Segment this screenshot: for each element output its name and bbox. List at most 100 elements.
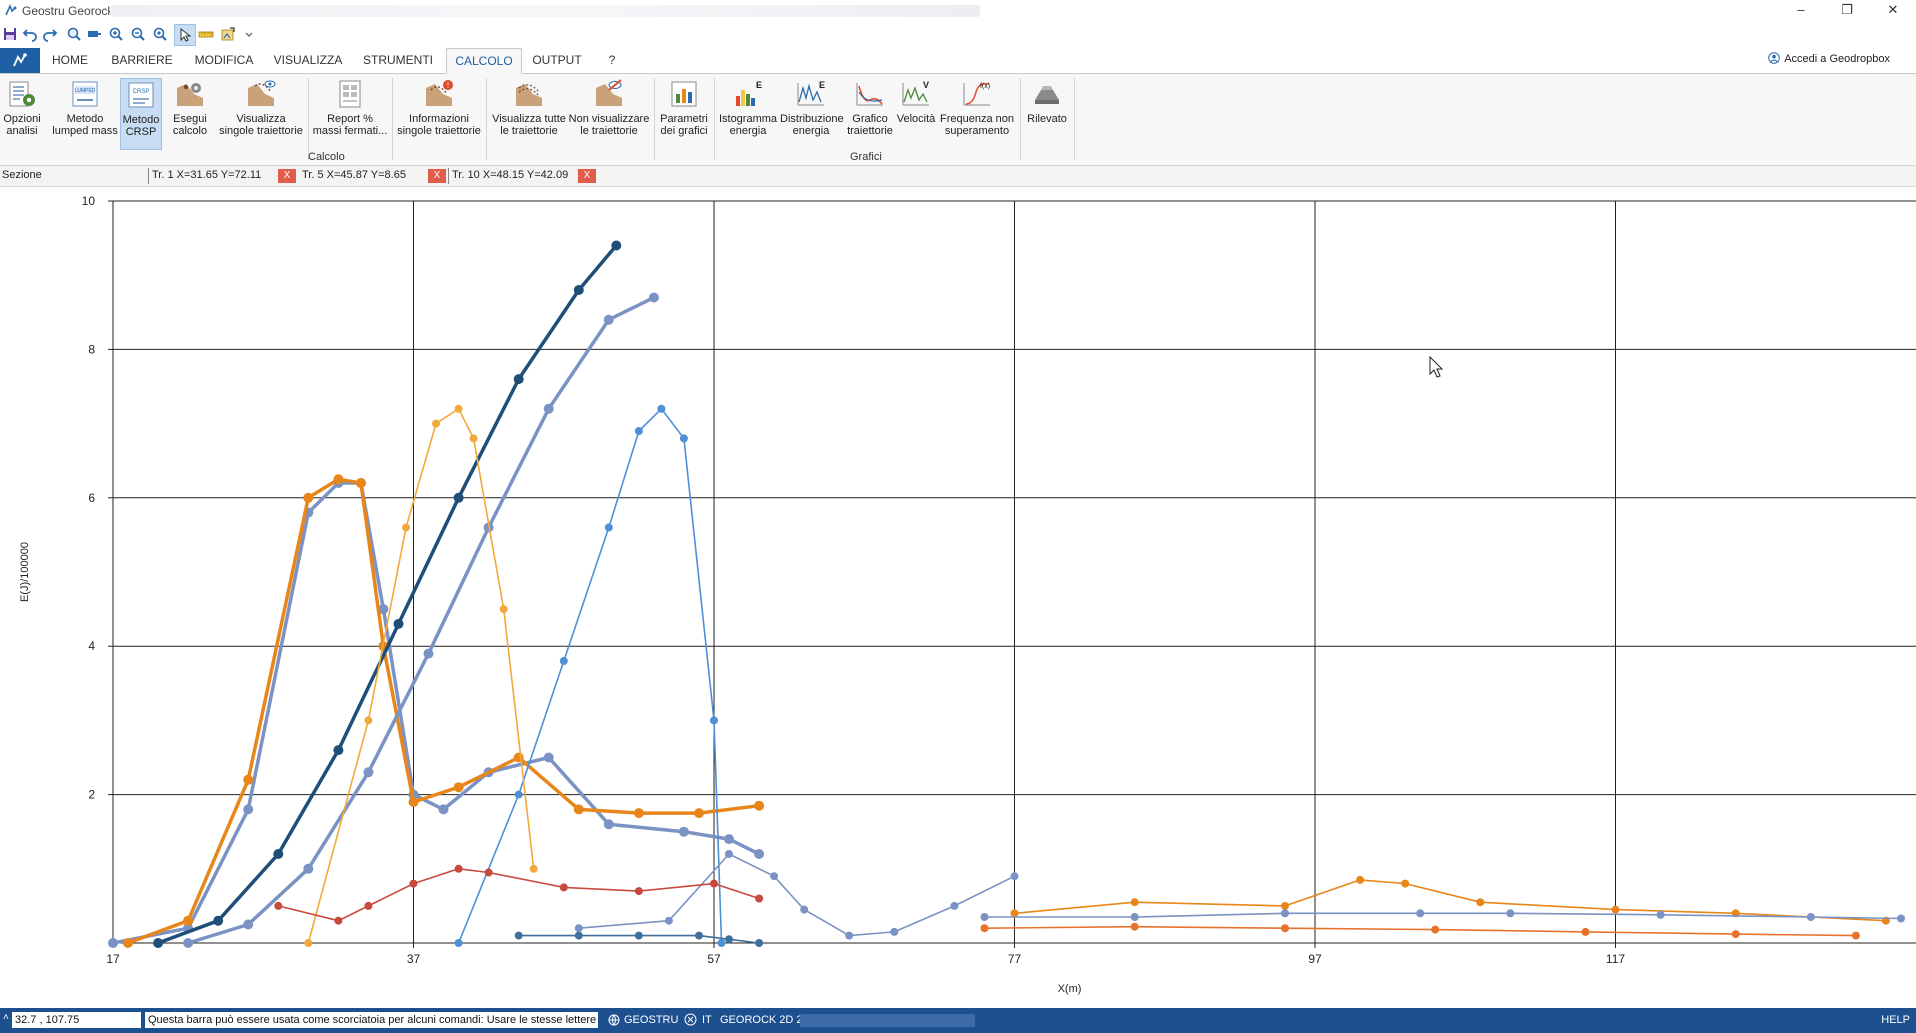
energy-chart[interactable]: 17 37 57 77 97 117 2 4 6 8 10 E(J)/100000 X(m) xyxy=(0,187,1916,1007)
tab-modifica[interactable]: MODIFICA xyxy=(190,48,258,72)
status-expand-icon[interactable]: ˄ xyxy=(3,1012,9,1023)
series-point-1 xyxy=(453,782,464,793)
ribbon-separator xyxy=(1020,78,1021,160)
series-point-2 xyxy=(513,374,524,385)
trajectory-chart-icon xyxy=(856,83,883,106)
tab-calcolo[interactable]: CALCOLO xyxy=(446,48,522,74)
series-point-3 xyxy=(303,863,314,874)
embankment-button[interactable]: Rilevato xyxy=(1024,78,1070,148)
hide-trajectories-label-1: Non visualizzare xyxy=(568,113,650,125)
crsp-method-button[interactable]: CRSP Metodo CRSP xyxy=(120,78,162,150)
single-trajectory-info-button[interactable]: ! Informazioni singole traiettorie xyxy=(396,78,482,148)
trajectory-chart-button[interactable]: Grafico traiettorie xyxy=(844,78,896,148)
distribution-icon: E xyxy=(797,80,825,106)
signin-link[interactable]: Accedi a Geodropbox xyxy=(1768,52,1890,65)
zoom-window-icon[interactable] xyxy=(66,26,82,42)
non-exceedance-frequency-button[interactable]: f(x) Frequenza non superamento xyxy=(938,78,1016,148)
trajectory-tag-1[interactable]: Tr. 1 X=31.65 Y=72.11 xyxy=(152,169,261,181)
zoom-in-icon[interactable] xyxy=(108,26,124,42)
series-point-1 xyxy=(513,752,524,763)
tab-barriere[interactable]: BARRIERE xyxy=(108,48,176,72)
series-point-6 xyxy=(725,850,733,858)
report-stopped-masses-button[interactable]: Report % massi fermati... xyxy=(312,78,388,148)
series-point-9 xyxy=(1431,925,1440,934)
run-calculation-button[interactable]: Esegui calcolo xyxy=(168,78,212,148)
distribution-label-2: energia xyxy=(792,125,830,137)
series-point-8 xyxy=(1281,909,1289,918)
series-point-2 xyxy=(453,492,464,503)
velocity-chart-button[interactable]: V Velocità xyxy=(894,78,938,148)
save-icon[interactable] xyxy=(2,26,18,42)
series-point-6 xyxy=(1010,872,1019,881)
x-tick-label: 17 xyxy=(106,952,120,966)
zoom-out-icon[interactable] xyxy=(130,26,146,42)
tab-strumenti[interactable]: STRUMENTI xyxy=(358,48,438,72)
y-tick-label: 4 xyxy=(88,639,95,653)
zoom-extents-icon[interactable] xyxy=(152,26,168,42)
application-menu-button[interactable] xyxy=(0,48,40,73)
select-tool-button[interactable] xyxy=(174,24,196,46)
tab-help[interactable]: ? xyxy=(600,48,624,72)
series-line-3 xyxy=(187,295,655,945)
export-image-icon[interactable] xyxy=(220,26,236,42)
remove-trajectory-5-button[interactable]: X xyxy=(428,169,446,183)
view-single-trajectories-button[interactable]: Visualizza singole traiettorie xyxy=(218,78,304,148)
series-point-4 xyxy=(454,939,463,947)
ribbon-separator xyxy=(1074,78,1075,160)
series-line-2 xyxy=(157,244,618,945)
series-point-4 xyxy=(514,790,523,799)
help-link[interactable]: HELP xyxy=(1881,1014,1910,1026)
tab-visualizza[interactable]: VISUALIZZA xyxy=(272,48,344,72)
section-divider xyxy=(148,168,149,184)
tab-home[interactable]: HOME xyxy=(48,48,92,72)
remove-trajectory-1-button[interactable]: X xyxy=(278,169,296,183)
pan-icon[interactable] xyxy=(86,26,102,42)
title-bar: Geostru Georock 2D - – ❐ ✕ xyxy=(0,0,1916,22)
close-window-button[interactable]: ✕ xyxy=(1870,0,1916,22)
remove-trajectory-10-button[interactable]: X xyxy=(578,169,596,183)
series-point-6 xyxy=(770,872,779,881)
customize-toolbar-icon[interactable] xyxy=(244,26,254,42)
series-point-2 xyxy=(393,618,404,629)
series-line-10 xyxy=(278,868,760,922)
options-analysis-button[interactable]: Opzioni analisi xyxy=(2,78,42,148)
minimize-button[interactable]: – xyxy=(1778,0,1824,22)
x-tick-label: 57 xyxy=(707,952,721,966)
command-bar-input[interactable]: Questa barra può essere usata come scorc… xyxy=(145,1012,598,1028)
series-point-10 xyxy=(409,879,418,888)
trajectory-tag-10[interactable]: Tr. 10 X=48.15 Y=42.09 xyxy=(452,169,568,181)
undo-icon[interactable] xyxy=(22,26,38,42)
section-label: Sezione xyxy=(2,169,42,181)
energy-distribution-button[interactable]: E Distribuzione energia xyxy=(780,78,844,148)
series-point-1 xyxy=(408,797,419,807)
velocity-icon: V xyxy=(902,80,929,106)
view-single-label-2: singole traiettorie xyxy=(219,125,303,137)
tab-output[interactable]: OUTPUT xyxy=(528,48,586,72)
series-point-3 xyxy=(603,314,614,325)
hide-trajectories-button[interactable]: Non visualizzare le traiettorie xyxy=(568,78,650,148)
series-point-2 xyxy=(611,240,622,251)
geostru-link[interactable]: GEOSTRU xyxy=(624,1014,678,1026)
crsp-icon: CRSP xyxy=(128,82,154,108)
series-point-0 xyxy=(543,752,554,763)
group-label-calcolo: Calcolo xyxy=(308,151,345,163)
measure-icon[interactable] xyxy=(198,26,214,42)
lumped-mass-button[interactable]: LUMPED Metodo lumped mass xyxy=(52,78,118,148)
series-point-10 xyxy=(454,864,463,873)
view-all-icon xyxy=(516,84,542,106)
energy-histogram-button[interactable]: E Istogramma energia xyxy=(718,78,778,148)
chart-parameters-button[interactable]: Parametri dei grafici xyxy=(658,78,710,148)
redo-icon[interactable] xyxy=(42,26,58,42)
distribution-label-1: Distribuzione xyxy=(780,113,844,125)
section-divider xyxy=(448,168,449,184)
status-bar: ˄ 32.7 , 107.75 Questa barra può essere … xyxy=(0,1008,1916,1033)
view-all-trajectories-button[interactable]: Visualizza tutte le traiettorie xyxy=(490,78,568,148)
ribbon-separator xyxy=(486,78,487,160)
language-label[interactable]: IT xyxy=(702,1014,712,1026)
trajectory-tag-5[interactable]: Tr. 5 X=45.87 Y=8.65 xyxy=(302,169,406,181)
series-point-10 xyxy=(710,879,718,888)
restore-button[interactable]: ❐ xyxy=(1824,0,1870,22)
series-point-0 xyxy=(678,826,689,837)
series-point-11 xyxy=(514,931,523,940)
lumped-mass-icon: LUMPED xyxy=(72,81,98,107)
